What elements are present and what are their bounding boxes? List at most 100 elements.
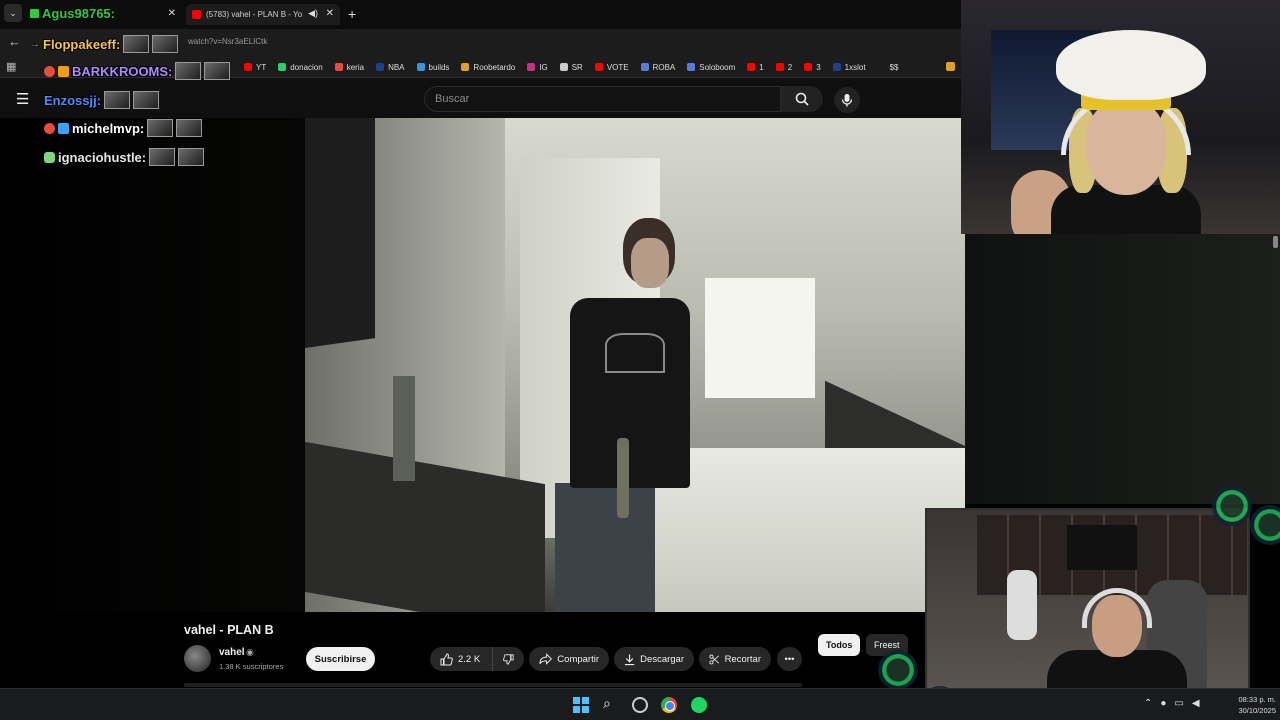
bookmark-favicon-icon [559,63,568,71]
scrollbar-thumb[interactable] [1273,236,1278,248]
bookmark-item[interactable]: Roobetardo [461,63,515,72]
webcam-second [925,508,1250,690]
scene-dark-panel [305,118,375,348]
chat-badge-icon [30,9,39,18]
chat-badge-icon [58,122,69,134]
chat-emote-icon [104,91,131,109]
obs-icon[interactable] [632,697,648,713]
chat-badge-icon [44,122,55,134]
new-tab-button[interactable]: + [348,6,356,22]
chip-all[interactable]: Todos [818,634,861,656]
tab-search-button[interactable]: ⌄ [4,4,22,22]
download-button[interactable]: Descargar [614,647,694,671]
scene-tumbler [393,376,415,481]
bookmark-item[interactable]: SR [559,63,583,72]
channel-name[interactable]: vahel [219,647,245,658]
bookmark-label: IG [539,62,548,72]
bookmark-favicon-icon [278,63,287,71]
bookmark-item[interactable]: VOTE [594,62,629,72]
bookmark-item[interactable]: $$ [877,62,899,72]
bookmark-label: VOTE [606,62,629,72]
chat-emote-icon [133,91,160,109]
dislike-button[interactable] [492,647,524,671]
bookmark-item[interactable]: YT [244,63,266,72]
bookmark-item[interactable]: Soloboom [687,63,735,72]
subscribe-button[interactable]: Suscribirse [306,647,375,671]
close-tab-icon[interactable]: ✕ [326,8,334,19]
bookmark-label: $$ [889,62,899,72]
chrome-icon[interactable] [661,697,677,713]
bookmark-overflow-icon[interactable] [946,62,955,71]
bookmark-label: 3 [816,62,821,72]
bookmark-label: YT [256,62,267,72]
chat-badge-icon [44,65,55,77]
back-arrow-icon[interactable]: ← [8,34,21,49]
more-horizontal-icon: ••• [784,653,795,665]
chat-emote-icon [176,119,203,137]
browser-tab-youtube[interactable]: (5783) vahel - PLAN B - Yo ◀) ✕ [186,4,340,25]
chat-username: ignaciohustle: [58,149,147,165]
scene-person-legs [555,483,655,612]
volume-icon[interactable]: ◀ [1192,698,1200,709]
bookmark-item[interactable]: keria [334,63,364,72]
system-clock[interactable]: 08:33 p. m. 30/10/2025 [1222,694,1276,716]
bookmark-item[interactable]: donacion [278,62,323,72]
clip-button[interactable]: Recortar [699,647,771,671]
bookmark-item[interactable]: 1 [747,63,764,72]
chat-message: Enzossjj: [44,91,160,109]
chat-emote-icon [178,148,205,166]
chevron-up-icon[interactable]: ⌃ [1144,698,1152,709]
microphone-icon [841,94,853,107]
bookmark-item[interactable]: IG [527,62,548,72]
share-label: Compartir [557,653,599,665]
scene-bed [645,448,965,612]
microphone-tray-icon[interactable]: ● [1160,698,1166,709]
bookmark-item[interactable]: 3 [804,62,821,72]
search-input[interactable]: Buscar [424,86,781,112]
bookmark-favicon-icon [594,63,603,71]
bookmark-favicon-icon [804,63,813,71]
bookmark-label: donacion [290,62,323,72]
chat-username: Agus98765: [42,6,115,21]
menu-icon[interactable]: ☰ [16,90,29,108]
chat-message: ignaciohustle: [44,148,205,166]
system-tray: ⌃ ● ▭ ◀ [1144,698,1200,709]
bookmark-item[interactable]: ROBA [640,63,675,72]
bookmark-item[interactable]: NBA [376,63,405,72]
like-button[interactable]: 2.2 K [430,647,492,671]
chat-message: michelmvp: [44,119,203,137]
more-actions-button[interactable]: ••• [777,647,802,671]
scene-person-body [570,298,690,488]
scene-window [705,278,815,398]
bookmark-item[interactable]: 1xslot [832,62,866,72]
apps-grid-icon[interactable]: ▦ [6,60,16,73]
bookmark-label: 1xslot [844,62,866,72]
search-button[interactable] [781,86,823,112]
download-label: Descargar [640,653,684,665]
poker-chip-icon [1250,505,1280,545]
spotify-icon[interactable] [691,697,707,713]
bookmark-favicon-icon [461,63,470,71]
network-icon[interactable]: ▭ [1174,698,1183,709]
voice-search-button[interactable] [834,87,860,113]
video-title: vahel - PLAN B [184,623,274,637]
url-text[interactable]: watch?v=Nsr3aELICtk [188,37,267,46]
share-icon [539,653,553,665]
taskbar-search-icon[interactable]: ⌕ [603,695,619,711]
channel-avatar[interactable] [184,645,211,672]
windows-start-icon[interactable] [573,697,589,713]
bookmark-item[interactable]: 2 [775,63,792,72]
bookmark-favicon-icon [687,63,696,71]
scene-shirt-print [605,333,665,373]
description-box-edge [184,683,802,687]
video-frame[interactable] [305,118,965,612]
chat-emote-icon [152,35,179,53]
chat-badge-icon [58,65,69,77]
bookmark-list: YT donacion keria NBA builds Roobetardo IG SR VO… [244,56,898,78]
close-tab-icon[interactable]: ✕ [168,8,176,19]
bookmark-item[interactable]: builds [416,63,449,72]
share-button[interactable]: Compartir [529,647,609,671]
speaker-icon[interactable]: ◀) [308,8,318,19]
search-icon [795,92,809,106]
bookmark-label: Soloboom [699,62,736,72]
